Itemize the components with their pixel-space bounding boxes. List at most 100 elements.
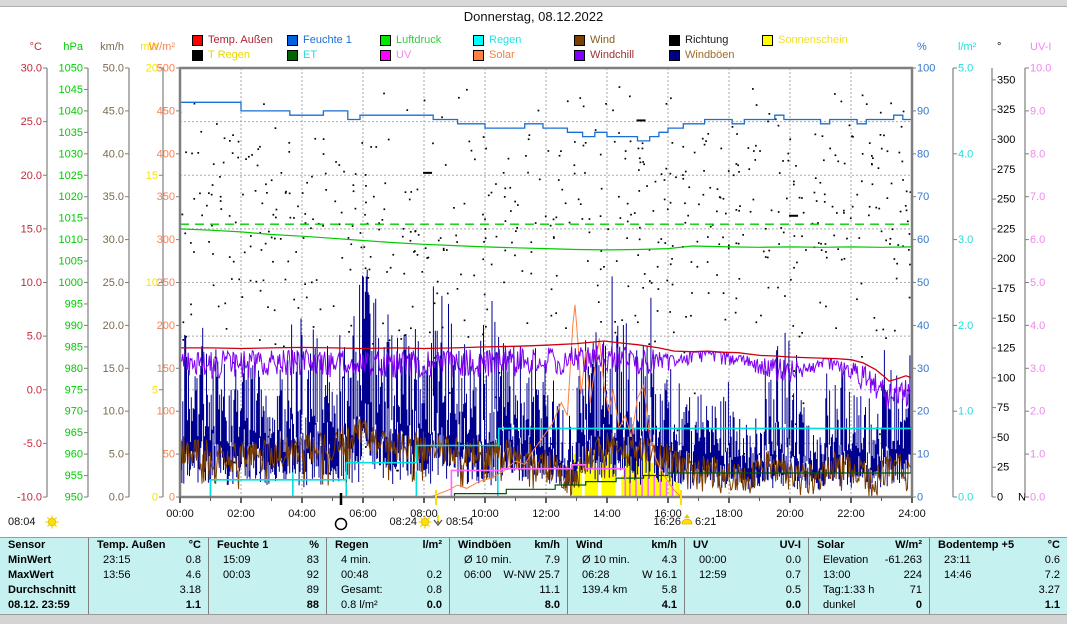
table-cell-value: 5.8: [662, 583, 677, 598]
axis-label-deg: 150: [997, 313, 1015, 325]
axis-label-pct: 0: [917, 492, 923, 504]
table-cell-label: Feuchte 1: [217, 538, 268, 553]
x-axis-label: 12:00: [532, 508, 560, 520]
axis-label-uvi: 8.0: [1030, 148, 1045, 160]
legend-item-11: Solar: [473, 49, 515, 61]
table-cell-label: Bodentemp +5: [938, 538, 1014, 553]
x-axis-label: 00:00: [166, 508, 194, 520]
table-cell-label: 00:03: [217, 568, 251, 583]
axis-label-hpa: 1000: [59, 277, 83, 289]
sunrise-time: 08:24: [389, 516, 417, 528]
table-cell-label: [97, 583, 103, 598]
table-row: Feuchte 1%: [209, 538, 326, 553]
axis-label-kmh: 10.0: [103, 406, 124, 418]
table-cell-label: [217, 598, 223, 613]
table-cell-label: 13:00: [817, 568, 851, 583]
table-cell-value: 0.2: [427, 568, 442, 583]
axis-label-temp: 25.0: [21, 116, 42, 128]
table-row: 88: [209, 598, 326, 613]
axis-label-kmh: 0.0: [109, 492, 124, 504]
table-cell-label: Tag:1:33 h: [817, 583, 874, 598]
table-cell-label: 4 min.: [335, 553, 371, 568]
axis-label-kmh: 40.0: [103, 148, 124, 160]
axis-label-temp: 0.0: [27, 384, 42, 396]
axis-label-pct: 10: [917, 449, 929, 461]
table-cell-label: [938, 598, 944, 613]
axis-label-wm2: 300: [157, 234, 175, 246]
table-cell-label: 13:56: [97, 568, 131, 583]
legend-swatch: [669, 50, 680, 61]
table-cell-label: [97, 598, 103, 613]
table-cell-value: 8.0: [545, 598, 560, 613]
axis-hpa: 9509559609659709759809859909951000100510…: [59, 41, 88, 504]
legend-item-8: T Regen: [192, 49, 250, 61]
x-axis: 00:0002:0004:0006:0008:0010:0012:0014:00…: [166, 497, 926, 520]
table-cell-value: 224: [904, 568, 922, 583]
legend-item-10: UV: [380, 49, 411, 61]
sunrise-end-time: 08:54: [446, 516, 474, 528]
axis-label-hpa: 1030: [59, 148, 83, 160]
legend-item-3: Luftdruck: [380, 34, 441, 46]
legend-label: Richtung: [685, 34, 728, 46]
table-row: Tag:1:33 h71: [809, 583, 929, 598]
table-cell-label: Windböen: [458, 538, 511, 553]
legend-label: Feuchte 1: [303, 34, 352, 46]
legend-swatch: [574, 35, 585, 46]
axis-label-temp: 5.0: [27, 331, 42, 343]
axis-label-hpa: 995: [65, 298, 83, 310]
axis-label-temp: 15.0: [21, 223, 42, 235]
table-cell-value: W/m²: [895, 538, 922, 553]
legend-label: Regen: [489, 34, 521, 46]
table-row: 11.1: [450, 583, 567, 598]
table-cell-label: 0.8 l/m²: [335, 598, 378, 613]
axis-label-hpa: 970: [65, 406, 83, 418]
table-col-2: Feuchte 1%15:098300:03928988: [208, 538, 326, 615]
table-cell-value: 1.1: [1045, 598, 1060, 613]
x-axis-label: 04:00: [288, 508, 316, 520]
table-cell-label: 00:00: [693, 553, 727, 568]
table-row: Bodentemp +5°C: [930, 538, 1067, 553]
table-row: 1.1: [89, 598, 208, 613]
axis-label-uvi: 1.0: [1030, 449, 1045, 461]
table-cell-label: Wind: [576, 538, 603, 553]
legend-item-13: Windböen: [669, 49, 735, 61]
table-row: 0.0: [685, 598, 808, 613]
table-cell-value: 7.9: [545, 553, 560, 568]
table-cell-value: 0.6: [1045, 553, 1060, 568]
legend-swatch: [380, 50, 391, 61]
legend-swatch: [192, 35, 203, 46]
x-axis-label: 06:00: [349, 508, 377, 520]
table-row: 1.1: [930, 598, 1067, 613]
table-row: 06:28W 16.1: [568, 568, 684, 583]
table-cell-label: 15:09: [217, 553, 251, 568]
axis-label-lm2: 4.0: [958, 148, 973, 160]
table-row: 89: [209, 583, 326, 598]
table-cell-value: °C: [189, 538, 201, 553]
axis-label-uvi: 3.0: [1030, 363, 1045, 375]
axis-label-wm2: 400: [157, 148, 175, 160]
axis-label-uvi: 7.0: [1030, 191, 1045, 203]
table-cell-label: 00:48: [335, 568, 369, 583]
axis-label-kmh: 35.0: [103, 191, 124, 203]
table-row: 8.0: [450, 598, 567, 613]
legend-label: Solar: [489, 49, 515, 61]
table-row: 3.18: [89, 583, 208, 598]
table-cell-value: 0.0: [786, 553, 801, 568]
axis-label-hpa: 960: [65, 449, 83, 461]
axis-label-uvi: 5.0: [1030, 277, 1045, 289]
legend-swatch: [287, 50, 298, 61]
table-col-6: UVUV-I00:000.012:590.70.50.0: [684, 538, 808, 615]
table-row: 23:110.6: [930, 553, 1067, 568]
axis-label-deg: 50: [997, 432, 1009, 444]
axis-label-hpa: 1025: [59, 170, 83, 182]
stats-table: SensorMinWertMaxWertDurchschnitt08.12. 2…: [0, 537, 1067, 615]
table-row: 23:150.8: [89, 553, 208, 568]
axis-label-temp: -5.0: [23, 438, 42, 450]
axis-label-temp: 10.0: [21, 277, 42, 289]
legend-item-2: Feuchte 1: [287, 34, 352, 46]
axis-label-temp: 20.0: [21, 170, 42, 182]
axis-label-uvi: 4.0: [1030, 320, 1045, 332]
table-cell-label: [576, 598, 582, 613]
table-cell-value: 0.7: [786, 568, 801, 583]
axis-label-kmh: 25.0: [103, 277, 124, 289]
